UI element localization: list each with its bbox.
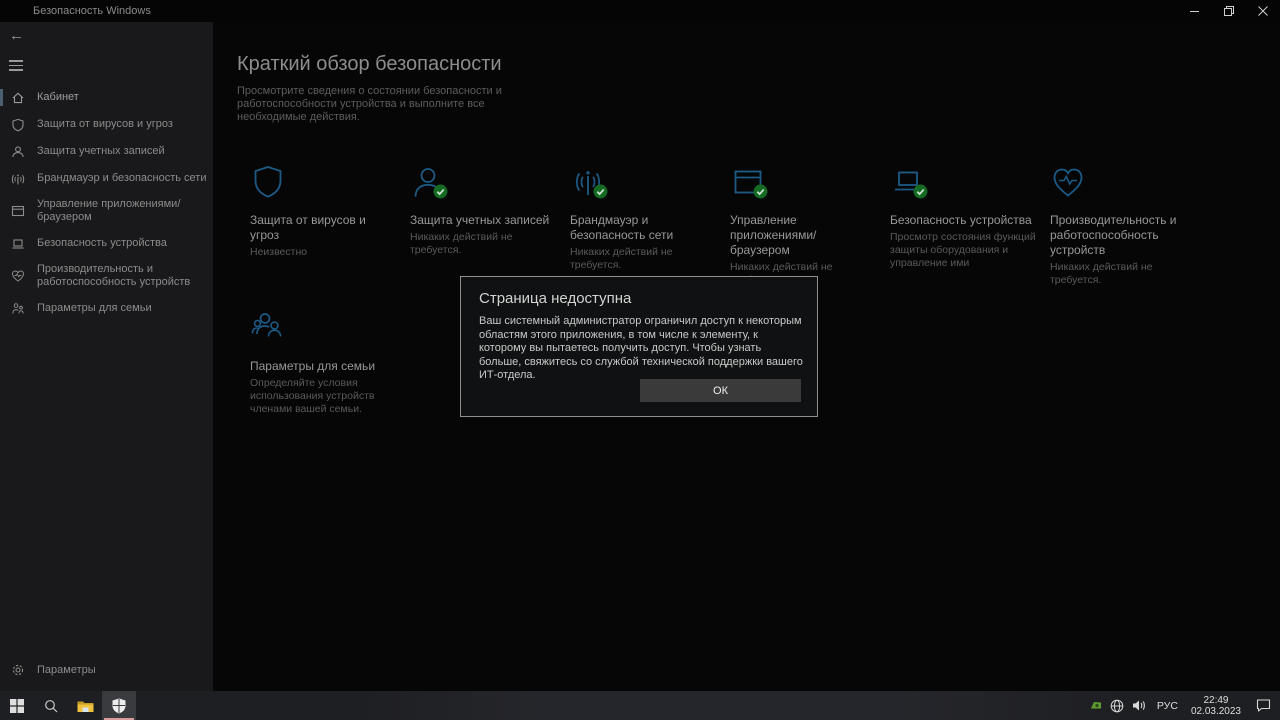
menu-button[interactable]: [9, 60, 23, 74]
laptop-icon: [11, 237, 25, 251]
language-indicator[interactable]: РУС: [1150, 691, 1185, 720]
person-icon: [11, 145, 25, 159]
globe-icon: [1110, 699, 1124, 713]
dialog-title: Страница недоступна: [479, 290, 631, 307]
sidebar-item-device-performance[interactable]: Производительность и работоспособность у…: [0, 257, 213, 295]
shield-icon: [250, 163, 286, 201]
speaker-icon: [1132, 699, 1146, 712]
check-badge-icon: [593, 184, 608, 199]
folder-icon: [77, 699, 94, 713]
sidebar-item-family-options[interactable]: Параметры для семьи: [0, 295, 213, 322]
tile-virus-threat-protection[interactable]: Защита от вирусов и угроз Неизвестно: [250, 163, 410, 287]
minimize-icon: [1190, 6, 1200, 16]
desktop: Безопасность Windows ← Кабинет: [0, 0, 1280, 720]
window-title: Безопасность Windows: [33, 5, 151, 17]
family-icon: [11, 302, 25, 316]
sidebar-item-label: Кабинет: [37, 91, 79, 104]
clock[interactable]: 22:49 02.03.2023: [1185, 691, 1247, 720]
tile-title: Брандмауэр и безопасность сети: [570, 213, 716, 243]
close-icon: [1258, 6, 1268, 16]
sidebar-item-label: Защита от вирусов и угроз: [37, 118, 173, 131]
tile-status: Определяйте условия использования устрой…: [250, 377, 396, 416]
tile-app-browser-control[interactable]: Управление приложениями/браузером Никаки…: [730, 163, 890, 287]
sidebar-item-settings[interactable]: Параметры: [0, 657, 213, 683]
sidebar-item-label: Защита учетных записей: [37, 145, 165, 158]
clock-time: 22:49: [1191, 695, 1241, 706]
check-badge-icon: [753, 184, 768, 199]
tile-title: Управление приложениями/браузером: [730, 213, 876, 258]
gear-icon: [11, 663, 25, 677]
heart-health-icon: [11, 269, 25, 283]
tile-status: Просмотр состояния функций защиты оборуд…: [890, 231, 1036, 270]
page-subtitle: Просмотрите сведения о состоянии безопас…: [237, 85, 509, 124]
windows-logo-icon: [10, 699, 24, 713]
sidebar: ← Кабинет Защита от вирусов и угроз Защи…: [0, 22, 213, 691]
close-button[interactable]: [1246, 0, 1280, 22]
page-unavailable-dialog: Страница недоступна Ваш системный админи…: [460, 276, 818, 417]
file-explorer-button[interactable]: [68, 691, 102, 720]
tile-device-performance[interactable]: Производительность и работоспособность у…: [1050, 163, 1210, 287]
tile-status: Никаких действий не требуется.: [1050, 261, 1196, 287]
sidebar-item-virus-protection[interactable]: Защита от вирусов и угроз: [0, 111, 213, 138]
search-icon: [44, 699, 58, 713]
tile-title: Безопасность устройства: [890, 213, 1036, 228]
search-button[interactable]: [34, 691, 68, 720]
sidebar-item-label: Параметры для семьи: [37, 302, 152, 315]
sidebar-item-app-browser-control[interactable]: Управление приложениями/браузером: [0, 192, 213, 230]
page-title: Краткий обзор безопасности: [237, 53, 502, 76]
volume-tray-icon[interactable]: [1128, 691, 1150, 720]
network-signal-icon: [11, 172, 25, 186]
tile-firewall-network[interactable]: Брандмауэр и безопасность сети Никаких д…: [570, 163, 730, 287]
sidebar-item-device-security[interactable]: Безопасность устройства: [0, 230, 213, 257]
back-button[interactable]: ←: [9, 27, 24, 44]
tile-title: Защита учетных записей: [410, 213, 556, 228]
home-icon: [11, 91, 25, 105]
tile-status: Никаких действий не требуется.: [570, 246, 716, 272]
selection-indicator: [0, 89, 3, 106]
windows-security-taskbar-button[interactable]: [102, 691, 136, 720]
sidebar-item-label: Производительность и работоспособность у…: [37, 263, 207, 289]
security-shield-icon: [112, 698, 126, 714]
settings-label: Параметры: [37, 664, 96, 677]
taskbar: РУС 22:49 02.03.2023: [0, 691, 1280, 720]
app-window-icon: [11, 204, 25, 218]
network-tray-icon[interactable]: [1106, 691, 1128, 720]
sidebar-item-label: Управление приложениями/браузером: [37, 198, 207, 224]
start-button[interactable]: [0, 691, 34, 720]
minimize-button[interactable]: [1178, 0, 1212, 22]
sidebar-item-account-protection[interactable]: Защита учетных записей: [0, 138, 213, 165]
sidebar-item-home[interactable]: Кабинет: [0, 84, 213, 111]
tile-title: Производительность и работоспособность у…: [1050, 213, 1196, 258]
title-bar: Безопасность Windows: [0, 0, 1280, 22]
sidebar-item-label: Безопасность устройства: [37, 237, 167, 250]
tile-account-protection[interactable]: Защита учетных записей Никаких действий …: [410, 163, 570, 287]
tile-family-options[interactable]: Параметры для семьи Определяйте условия …: [250, 309, 410, 417]
sidebar-item-firewall[interactable]: Брандмауэр и безопасность сети: [0, 165, 213, 192]
tile-device-security[interactable]: Безопасность устройства Просмотр состоян…: [890, 163, 1050, 287]
restore-icon: [1224, 6, 1234, 16]
nvidia-tray-icon[interactable]: [1086, 691, 1106, 720]
shield-icon: [11, 118, 25, 132]
check-badge-icon: [433, 184, 448, 199]
action-center-button[interactable]: [1247, 691, 1280, 720]
restore-button[interactable]: [1212, 0, 1246, 22]
tile-status: Неизвестно: [250, 246, 396, 259]
heart-health-icon: [1050, 163, 1086, 201]
sidebar-item-label: Брандмауэр и безопасность сети: [37, 172, 207, 185]
tile-status: Никаких действий не требуется.: [410, 231, 556, 257]
nvidia-eye-icon: [1090, 701, 1102, 710]
ok-button[interactable]: ОК: [640, 379, 801, 402]
clock-date: 02.03.2023: [1191, 706, 1241, 717]
family-icon: [250, 309, 286, 347]
tile-title: Параметры для семьи: [250, 359, 396, 374]
notification-icon: [1256, 699, 1271, 712]
dialog-body: Ваш системный администратор ограничил до…: [479, 315, 803, 383]
tile-title: Защита от вирусов и угроз: [250, 213, 396, 243]
check-badge-icon: [913, 184, 928, 199]
